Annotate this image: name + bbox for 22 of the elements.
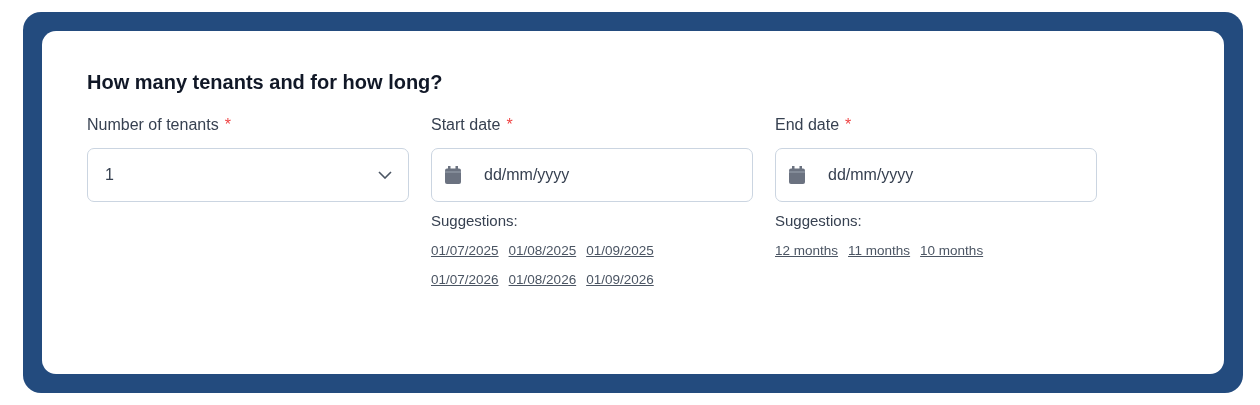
suggestion-link[interactable]: 01/07/2026 [431, 272, 499, 287]
suggestion-link[interactable]: 11 months [848, 243, 911, 258]
suggestions-label: Suggestions: [431, 212, 518, 229]
suggestion-link[interactable]: 12 months [775, 243, 839, 258]
date-field[interactable]: dd/mm/yyyy [431, 148, 753, 202]
suggestion-link[interactable]: 01/07/2025 [431, 243, 499, 258]
field-label: Start date [431, 116, 501, 134]
required-mark: * [224, 116, 231, 134]
suggestion-link[interactable]: 01/09/2025 [586, 243, 654, 258]
field-label: End date [775, 116, 840, 134]
suggestion-link[interactable]: 10 months [920, 243, 984, 258]
suggestion-link[interactable]: 01/08/2025 [508, 243, 577, 258]
field-label: Number of tenants [87, 116, 219, 134]
tenant-select[interactable]: 1 [87, 148, 409, 202]
required-mark: * [845, 116, 852, 134]
required-mark: * [506, 116, 513, 134]
section-heading: How many tenants and for how long? [87, 71, 443, 94]
suggestions-label: Suggestions: [775, 212, 862, 229]
suggestion-link[interactable]: 01/09/2026 [586, 272, 654, 287]
suggestion-link[interactable]: 01/08/2026 [508, 272, 577, 287]
chevron-down-icon [378, 171, 392, 179]
date-field[interactable]: dd/mm/yyyy [775, 148, 1097, 202]
